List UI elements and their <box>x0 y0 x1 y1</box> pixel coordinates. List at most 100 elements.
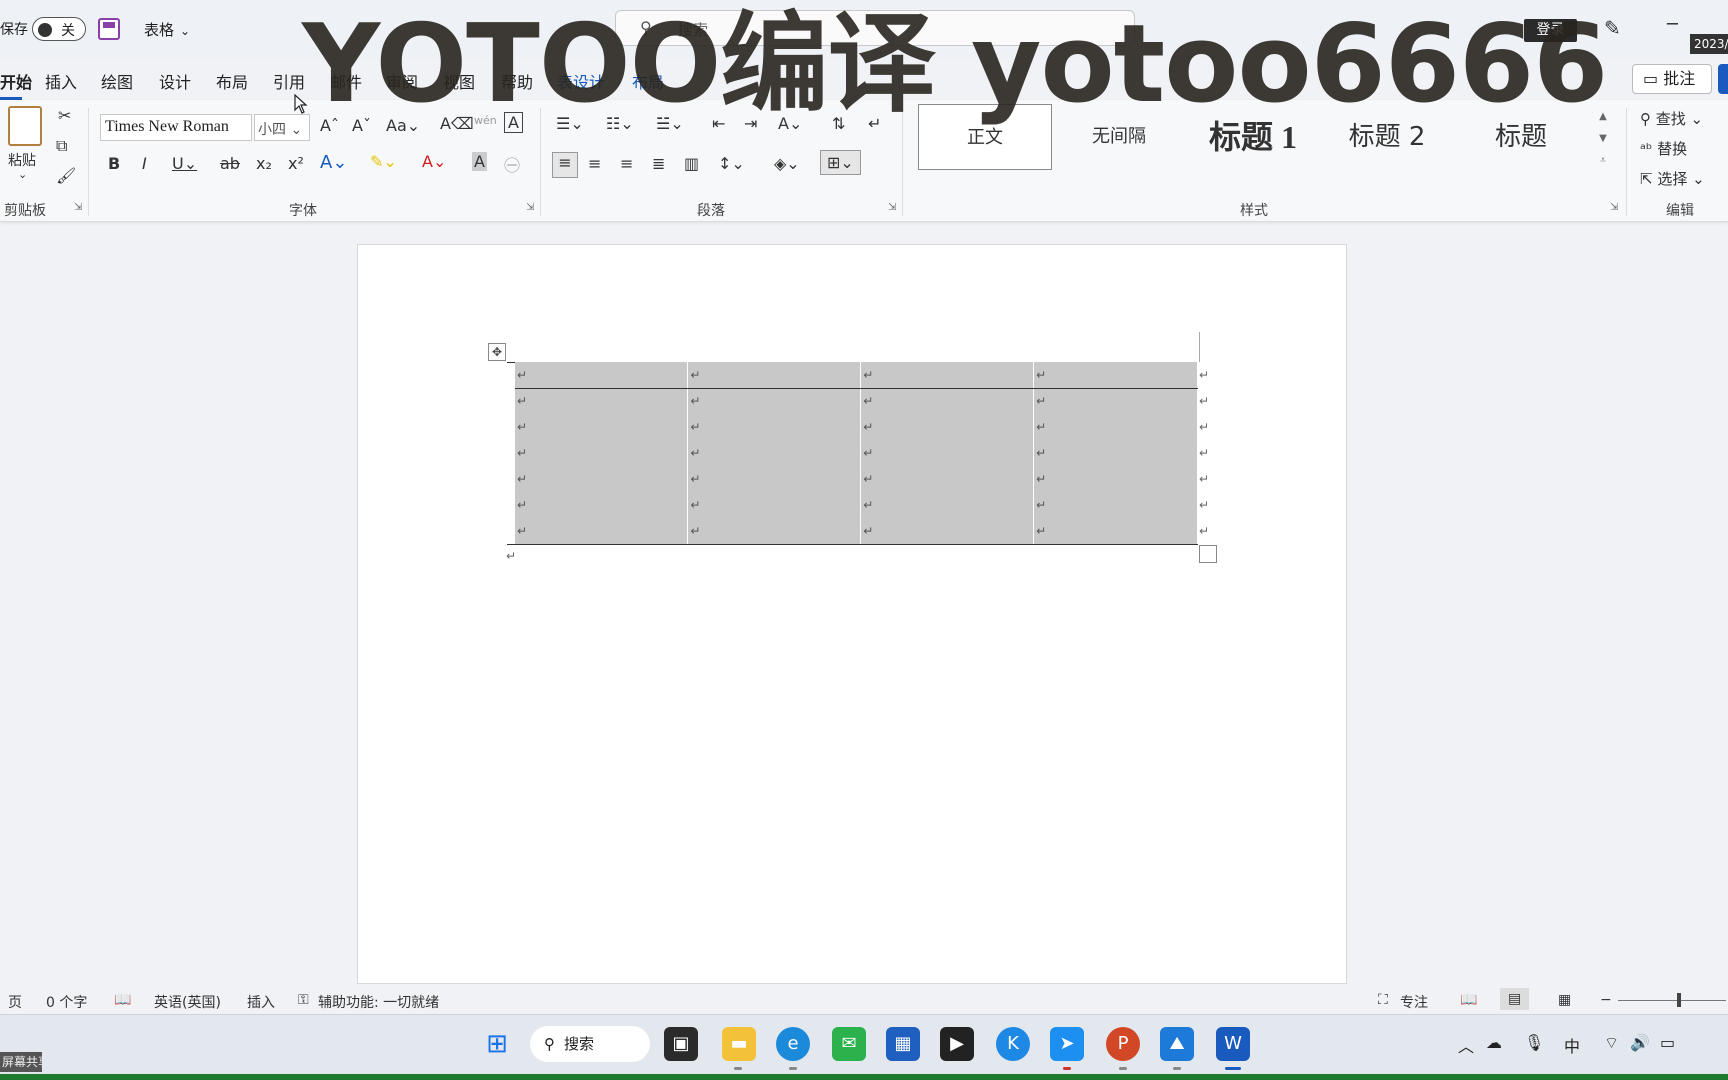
tab-layout[interactable]: 布局 <box>216 69 248 93</box>
char-shading-icon[interactable]: A <box>472 152 487 171</box>
table-cell[interactable]: ↵ <box>515 388 689 414</box>
print-layout-icon[interactable]: ▤ <box>1500 988 1530 1010</box>
language-indicator[interactable]: 英语(英国) <box>154 992 221 1012</box>
highlight-icon[interactable]: ✎⌄ <box>370 152 397 171</box>
table-row[interactable]: ↵ ↵ ↵ ↵ <box>515 414 1198 440</box>
save-icon[interactable] <box>98 18 120 40</box>
wechat-icon[interactable]: ✉ <box>832 1027 866 1061</box>
expand-gallery-icon[interactable]: ⩡ <box>1596 150 1610 172</box>
zoom-slider-thumb[interactable] <box>1677 993 1681 1007</box>
table-cell[interactable]: ↵ <box>1033 414 1198 440</box>
table-cell[interactable]: ↵ <box>515 518 689 544</box>
document-table[interactable]: ↵ ↵ ↵ ↵ ↵ ↵ ↵ ↵ ↵ ↵ ↵ ↵ ↵ ↵ ↵ ↵ ↵ ↵ ↵ ↵ ↵ ↵ ↵ ↵ ↵ ↵ ↵ ↵ <box>515 362 1198 544</box>
powerpoint-icon[interactable]: P <box>1106 1027 1140 1061</box>
table-cell[interactable]: ↵ <box>687 388 862 414</box>
volume-icon[interactable]: 🔊 <box>1630 1033 1650 1052</box>
document-name[interactable]: 表格 ⌄ <box>144 19 190 40</box>
cut-icon[interactable]: ✂ <box>58 106 71 125</box>
table-cell[interactable]: ↵ <box>1033 440 1198 466</box>
kugou-icon[interactable]: K <box>996 1027 1030 1061</box>
table-move-handle-icon[interactable]: ✥ <box>488 343 506 361</box>
subscript-icon[interactable]: x₂ <box>256 154 272 173</box>
table-cell[interactable]: ↵ <box>1033 362 1198 389</box>
table-cell[interactable]: ↵ <box>687 362 862 389</box>
microphone-icon[interactable]: 🎙 <box>1524 1033 1544 1052</box>
table-cell[interactable]: ↵ <box>687 466 862 492</box>
select-button[interactable]: ⇱ 选择 ⌄ <box>1640 168 1705 189</box>
table-cell[interactable]: ↵ <box>515 440 689 466</box>
onedrive-icon[interactable]: ☁ <box>1486 1033 1502 1052</box>
minimize-icon[interactable]: ─ <box>1667 14 1678 35</box>
zoom-out-icon[interactable]: − <box>1600 992 1612 1008</box>
taskbar-search[interactable]: ⚲ 搜索 <box>530 1026 650 1062</box>
clock[interactable]: 2023/ <box>1690 34 1728 54</box>
share-button[interactable] <box>1718 64 1728 94</box>
table-cell[interactable]: ↵ <box>1033 492 1198 518</box>
table-cell[interactable]: ↵ <box>515 362 689 389</box>
shading-icon[interactable]: ◈⌄ <box>774 154 800 173</box>
task-view-icon[interactable]: ▣ <box>664 1027 698 1061</box>
page-indicator[interactable]: 页 <box>8 992 22 1012</box>
word-count[interactable]: 0 个字 <box>46 992 87 1012</box>
table-row[interactable]: ↵ ↵ ↵ ↵ <box>515 466 1198 492</box>
font-name-select[interactable]: Times New Roman <box>100 114 252 141</box>
table-cell[interactable]: ↵ <box>687 518 862 544</box>
chevron-down-icon[interactable]: ▼ <box>1596 128 1610 150</box>
justify-icon[interactable]: ≣ <box>652 154 665 173</box>
table-cell[interactable]: ↵ <box>860 440 1035 466</box>
read-mode-icon[interactable]: 📖 <box>1460 992 1477 1008</box>
chevron-up-icon[interactable]: ︿ <box>1458 1033 1474 1057</box>
table-row[interactable]: ↵ ↵ ↵ ↵ <box>515 492 1198 518</box>
word-icon[interactable]: W <box>1216 1027 1250 1061</box>
underline-icon[interactable]: U⌄ <box>172 154 197 173</box>
ime-indicator[interactable]: 中 <box>1564 1033 1580 1057</box>
enclose-char-icon[interactable]: ㊀ <box>504 152 520 176</box>
line-spacing-icon[interactable]: ↕⌄ <box>718 154 745 173</box>
table-cell[interactable]: ↵ <box>860 492 1035 518</box>
table-cell[interactable]: ↵ <box>1033 388 1198 414</box>
table-row[interactable]: ↵ ↵ ↵ ↵ <box>515 388 1198 414</box>
comment-button[interactable]: ▭ 批注 <box>1632 64 1712 94</box>
align-right-icon[interactable]: ≡ <box>620 154 633 173</box>
table-cell[interactable]: ↵ <box>1033 466 1198 492</box>
tab-home[interactable]: 开始 <box>0 69 32 100</box>
proofing-icon[interactable]: 📖 <box>114 992 131 1008</box>
table-cell[interactable]: ↵ <box>1033 518 1198 544</box>
photos-icon[interactable]: ⛰ <box>1160 1027 1194 1061</box>
table-cell[interactable]: ↵ <box>860 362 1035 389</box>
tab-insert[interactable]: 插入 <box>45 69 77 93</box>
replace-button[interactable]: ᵃᵇ 替换 <box>1640 138 1687 159</box>
align-left-icon[interactable]: ≡ <box>552 152 578 178</box>
table-row[interactable]: ↵ ↵ ↵ ↵ <box>515 440 1198 466</box>
format-painter-icon[interactable]: 🖌 <box>56 166 76 185</box>
web-layout-icon[interactable]: ▦ <box>1558 992 1571 1008</box>
autosave-toggle[interactable]: 关 <box>32 17 86 41</box>
text-effects-icon[interactable]: A⌄ <box>320 152 347 173</box>
bold-icon[interactable]: B <box>108 154 120 173</box>
font-color-icon[interactable]: A⌄ <box>422 152 446 171</box>
strikethrough-icon[interactable]: ab <box>220 154 240 173</box>
windows-start-icon[interactable]: ⊞ <box>480 1027 514 1061</box>
edge-icon[interactable]: e <box>776 1027 810 1061</box>
table-cell[interactable]: ↵ <box>515 492 689 518</box>
table-resize-handle[interactable] <box>1199 545 1217 563</box>
insert-mode[interactable]: 插入 <box>247 992 275 1012</box>
file-explorer-icon[interactable]: ▬ <box>722 1027 756 1061</box>
table-cell[interactable]: ↵ <box>687 440 862 466</box>
media-player-icon[interactable]: ▶ <box>940 1027 974 1061</box>
paste-icon[interactable] <box>8 106 42 146</box>
dialog-launcher-icon[interactable]: ⇲ <box>526 202 534 213</box>
table-cell[interactable]: ↵ <box>860 388 1035 414</box>
dialog-launcher-icon[interactable]: ⇲ <box>1610 202 1618 213</box>
table-cell[interactable]: ↵ <box>860 414 1035 440</box>
dialog-launcher-icon[interactable]: ⇲ <box>74 202 82 213</box>
table-row[interactable]: ↵ ↵ ↵ ↵ <box>515 362 1198 389</box>
dialog-launcher-icon[interactable]: ⇲ <box>888 202 896 213</box>
accessibility-status[interactable]: 辅助功能: 一切就绪 <box>318 992 439 1012</box>
battery-icon[interactable]: ▭ <box>1660 1033 1675 1052</box>
italic-icon[interactable]: I <box>142 154 147 173</box>
superscript-icon[interactable]: x² <box>288 154 304 173</box>
borders-icon[interactable]: ⊞⌄ <box>820 150 861 175</box>
table-cell[interactable]: ↵ <box>860 466 1035 492</box>
feishu-icon[interactable]: ➤ <box>1050 1027 1084 1061</box>
